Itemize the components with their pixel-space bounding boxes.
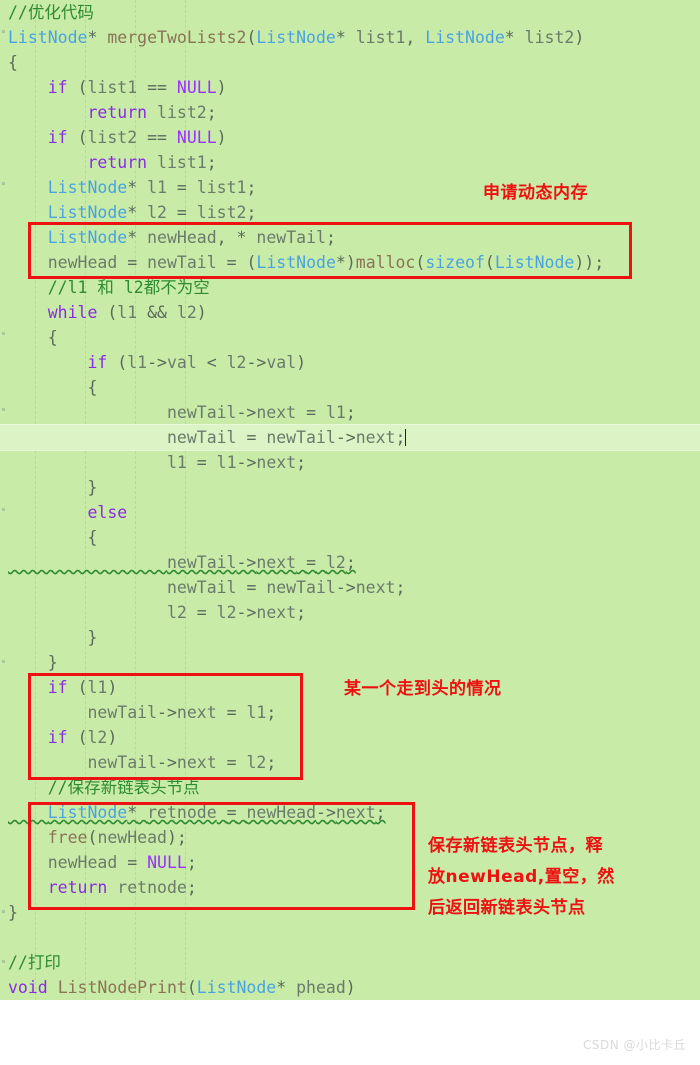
code-line[interactable]: //l1 和 l2都不为空	[0, 275, 700, 300]
code-line[interactable]: newTail = newTail->next;	[0, 575, 700, 600]
annotation-one-ended: 某一个走到头的情况	[344, 679, 502, 699]
code-line[interactable]: {	[0, 50, 700, 75]
code-line[interactable]: newTail = newTail->next;	[0, 425, 700, 450]
code-line[interactable]: ListNode* retnode = newHead->next;	[0, 800, 700, 825]
code-line[interactable]: else	[0, 500, 700, 525]
annotation-save-head-line1: 保存新链表头节点，释	[428, 836, 603, 856]
code-line[interactable]: {	[0, 325, 700, 350]
code-line[interactable]: if (list1 == NULL)	[0, 75, 700, 100]
code-line[interactable]: newTail->next = l2;	[0, 750, 700, 775]
text-caret	[405, 429, 407, 446]
code-line[interactable]: if (list2 == NULL)	[0, 125, 700, 150]
code-line[interactable]: {	[0, 525, 700, 550]
code-line[interactable]: return list1;	[0, 150, 700, 175]
code-line[interactable]: newTail->next = l1;	[0, 400, 700, 425]
code-line[interactable]: //打印	[0, 950, 700, 975]
code-line[interactable]	[0, 925, 700, 950]
code-line[interactable]: if (l2)	[0, 725, 700, 750]
code-line[interactable]: ListNode* mergeTwoLists2(ListNode* list1…	[0, 25, 700, 50]
code-line[interactable]: }	[0, 625, 700, 650]
code-line[interactable]: l1 = l1->next;	[0, 450, 700, 475]
code-line[interactable]: void ListNodePrint(ListNode* phead)	[0, 975, 700, 1000]
code-line[interactable]: newTail->next = l2;	[0, 550, 700, 575]
annotation-save-head-line3: 后返回新链表头节点	[428, 898, 586, 918]
code-line[interactable]: ListNode* l2 = list2;	[0, 200, 700, 225]
csdn-watermark: CSDN @小比卡丘	[582, 1038, 686, 1052]
code-line[interactable]: //优化代码	[0, 0, 700, 25]
code-line[interactable]: return list2;	[0, 100, 700, 125]
code-line[interactable]: ListNode* l1 = list1;	[0, 175, 700, 200]
code-line[interactable]: }	[0, 650, 700, 675]
code-line[interactable]: while (l1 && l2)	[0, 300, 700, 325]
code-line[interactable]: newTail->next = l1;	[0, 700, 700, 725]
code-line[interactable]: newHead = newTail = (ListNode*)malloc(si…	[0, 250, 700, 275]
code-line[interactable]: if (l1->val < l2->val)	[0, 350, 700, 375]
code-line[interactable]: l2 = l2->next;	[0, 600, 700, 625]
annotation-save-head-line2: 放newHead,置空，然	[428, 867, 615, 887]
annotation-malloc: 申请动态内存	[483, 183, 588, 203]
code-line[interactable]: }	[0, 475, 700, 500]
code-line[interactable]: {	[0, 375, 700, 400]
code-line[interactable]: //保存新链表头节点	[0, 775, 700, 800]
code-line[interactable]: }	[0, 900, 700, 925]
code-line[interactable]: ListNode* newHead, * newTail;	[0, 225, 700, 250]
